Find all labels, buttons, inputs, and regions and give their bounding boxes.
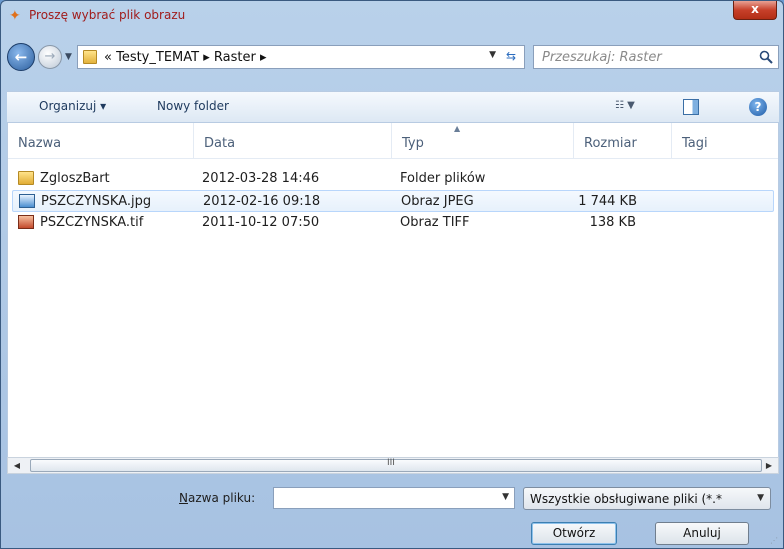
breadcrumb: « Testy_TEMAT ▸ Raster ▸ [104, 50, 267, 65]
filename-label-mnemonic: N [179, 491, 188, 505]
file-type-filter-value: Wszystkie obsługiwane pliki (*.* [530, 492, 722, 506]
file-open-dialog: ✦ Proszę wybrać plik obrazu x ← → ▼ « Te… [0, 0, 784, 549]
cancel-button[interactable]: Anuluj [655, 522, 749, 545]
file-type: Obraz TIFF [400, 215, 470, 230]
search-input[interactable]: Przeszukaj: Raster [542, 50, 662, 65]
dialog-title: Proszę wybrać plik obrazu [29, 8, 186, 22]
file-type: Obraz JPEG [401, 194, 474, 209]
new-folder-button[interactable]: Nowy folder [157, 99, 229, 113]
file-date: 2012-03-28 14:46 [202, 171, 320, 186]
jpeg-image-icon [19, 194, 35, 208]
command-toolbar: Organizuj ▾ Nowy folder ☷ ▼ ? [7, 91, 779, 123]
filename-label: Nazwa pliku: [179, 491, 255, 505]
filename-field[interactable]: ▼ [273, 487, 515, 509]
file-name: PSZCZYNSKA.tif [40, 215, 144, 230]
horizontal-scrollbar[interactable]: ◀ III ▶ [7, 457, 779, 474]
address-dropdown-icon[interactable]: ▼ [489, 50, 496, 60]
filename-label-text: azwa pliku: [187, 491, 256, 505]
help-icon[interactable]: ? [749, 98, 767, 116]
scroll-right-icon[interactable]: ▶ [762, 459, 776, 472]
column-date[interactable]: Data [194, 123, 392, 159]
file-size: 1 744 KB [578, 194, 637, 209]
file-date: 2012-02-16 09:18 [203, 194, 321, 209]
forward-button[interactable]: → [38, 45, 62, 69]
app-icon: ✦ [9, 8, 21, 24]
dialog-footer: Nazwa pliku: ▼ Wszystkie obsługiwane pli… [1, 475, 783, 549]
file-type-filter[interactable]: Wszystkie obsługiwane pliki (*.* ▼ [523, 487, 771, 510]
column-size[interactable]: Rozmiar [574, 123, 672, 159]
navigation-bar: ← → ▼ « Testy_TEMAT ▸ Raster ▸ ▼ ⇆ Przes… [7, 42, 779, 72]
back-button[interactable]: ← [7, 43, 35, 71]
breadcrumb-separator-icon[interactable]: ▸ [203, 50, 210, 65]
close-button[interactable]: x [733, 1, 777, 20]
title-bar: ✦ Proszę wybrać plik obrazu x [1, 1, 783, 31]
scrollbar-thumb[interactable]: III [30, 458, 762, 472]
breadcrumb-current[interactable]: Raster [214, 50, 256, 65]
scroll-left-icon[interactable]: ◀ [10, 459, 24, 472]
file-name: ZgloszBart [40, 171, 110, 186]
refresh-icon[interactable]: ⇆ [502, 49, 520, 65]
file-date: 2011-10-12 07:50 [202, 215, 320, 230]
organize-button[interactable]: Organizuj ▾ [39, 99, 106, 113]
folder-icon [83, 50, 97, 64]
sort-ascending-icon: ▲ [454, 124, 461, 133]
tiff-image-icon [18, 215, 34, 229]
folder-icon [18, 171, 34, 185]
breadcrumb-parent[interactable]: « Testy_TEMAT [104, 50, 199, 65]
search-box[interactable]: Przeszukaj: Raster [533, 45, 779, 69]
preview-pane-icon[interactable] [683, 99, 699, 115]
file-size: 138 KB [589, 215, 636, 230]
file-list: Nazwa Data ▲ Typ Rozmiar Tagi ZgloszBart… [7, 123, 779, 457]
list-item[interactable]: ZgloszBart 2012-03-28 14:46 Folder plikó… [12, 168, 774, 190]
file-type: Folder plików [400, 171, 486, 186]
column-tags[interactable]: Tagi [672, 123, 778, 159]
column-type-label: Typ [402, 136, 424, 151]
list-item[interactable]: PSZCZYNSKA.tif 2011-10-12 07:50 Obraz TI… [12, 212, 774, 234]
list-item[interactable]: PSZCZYNSKA.jpg 2012-02-16 09:18 Obraz JP… [12, 190, 774, 212]
column-header-row: Nazwa Data ▲ Typ Rozmiar Tagi [8, 123, 778, 159]
filter-dropdown-icon[interactable]: ▼ [757, 493, 764, 503]
scrollbar-grip: III [387, 458, 395, 468]
history-dropdown-icon[interactable]: ▼ [65, 50, 75, 64]
file-name: PSZCZYNSKA.jpg [41, 194, 152, 209]
address-bar[interactable]: « Testy_TEMAT ▸ Raster ▸ ▼ ⇆ [77, 45, 525, 69]
open-button[interactable]: Otwórz [531, 522, 617, 545]
column-type[interactable]: ▲ Typ [392, 123, 574, 159]
change-view-icon[interactable]: ☷ ▼ [615, 100, 649, 116]
search-icon[interactable] [759, 50, 773, 64]
breadcrumb-separator-icon[interactable]: ▸ [260, 50, 267, 65]
filename-dropdown-icon[interactable]: ▼ [502, 492, 509, 502]
open-button-label: Otwórz [552, 526, 596, 540]
column-name[interactable]: Nazwa [8, 123, 194, 159]
resize-grip-icon[interactable]: ⋰ [770, 536, 780, 546]
